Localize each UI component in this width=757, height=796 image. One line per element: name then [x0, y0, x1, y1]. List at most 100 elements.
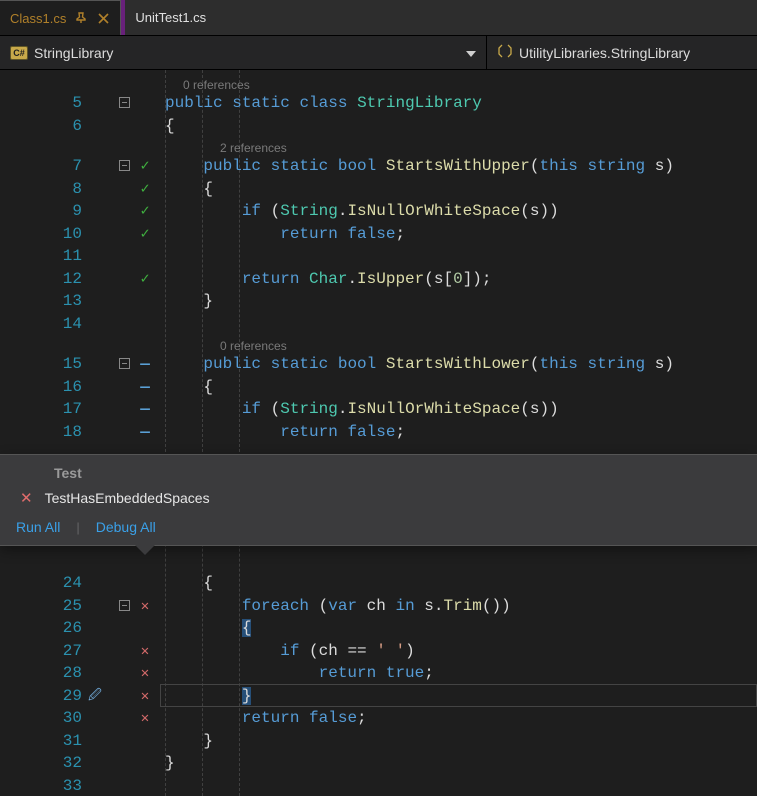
test-status-margin: ✕: [134, 662, 156, 686]
line-number: 12: [0, 268, 92, 291]
code-line[interactable]: }: [165, 752, 175, 775]
test-pass-icon: ✓: [140, 158, 149, 175]
line-number: 7: [0, 155, 92, 178]
test-pass-icon: ✓: [140, 226, 149, 243]
code-line[interactable]: }: [165, 685, 251, 708]
not-covered-icon: —: [140, 355, 150, 373]
color-picker-icon[interactable]: 🖉: [88, 685, 102, 708]
line-number: 15: [0, 353, 92, 376]
nav-scope-dropdown[interactable]: C# StringLibrary: [0, 36, 487, 69]
test-status-margin: ✕: [134, 595, 156, 619]
code-line[interactable]: if (ch == ' '): [165, 640, 415, 663]
test-fail-icon: ✕: [141, 599, 149, 615]
test-status-margin: ✕: [134, 707, 156, 731]
failed-test-name: TestHasEmbeddedSpaces: [45, 490, 210, 506]
test-pass-icon: ✓: [140, 181, 149, 198]
line-number: 25: [0, 595, 92, 618]
nav-scope-text: StringLibrary: [34, 45, 113, 61]
line-number: 14: [0, 313, 92, 336]
test-status-margin: ✓: [134, 223, 156, 247]
line-number: 26: [0, 617, 92, 640]
test-pass-icon: ✓: [140, 203, 149, 220]
test-status-margin: —: [134, 421, 156, 444]
line-number: 13: [0, 290, 92, 313]
failed-test-row[interactable]: ✕ TestHasEmbeddedSpaces: [0, 483, 757, 513]
code-line[interactable]: public static bool StartsWithLower(this …: [165, 353, 674, 376]
line-number: 8: [0, 178, 92, 201]
line-number: 29: [0, 685, 92, 708]
test-fail-icon: ✕: [141, 711, 149, 727]
tab-label: Class1.cs: [10, 11, 66, 26]
code-line[interactable]: public static bool StartsWithUpper(this …: [165, 155, 674, 178]
codelens-test-popup: Test ✕ TestHasEmbeddedSpaces Run All | D…: [0, 454, 757, 546]
line-number: 32: [0, 752, 92, 775]
line-number: 27: [0, 640, 92, 663]
line-number: 16: [0, 376, 92, 399]
code-line[interactable]: return false;: [165, 223, 405, 246]
namespace-icon: [497, 43, 513, 62]
test-status-margin: ✕: [134, 685, 156, 709]
code-editor[interactable]: 0 references5public static class StringL…: [0, 70, 757, 796]
line-number: 18: [0, 421, 92, 444]
popup-heading: Test: [0, 455, 757, 483]
fold-toggle[interactable]: [115, 92, 133, 115]
line-number: 33: [0, 775, 92, 796]
test-status-margin: ✓: [134, 155, 156, 179]
code-line[interactable]: return true;: [165, 662, 434, 685]
test-fail-icon: ✕: [141, 644, 149, 660]
tab-bar: Class1.cs UnitTest1.cs: [0, 0, 757, 36]
test-status-margin: ✕: [134, 640, 156, 664]
tab-label: UnitTest1.cs: [135, 10, 206, 25]
test-fail-icon: ✕: [141, 689, 149, 705]
fold-toggle[interactable]: [115, 595, 133, 618]
tab-unittest1[interactable]: UnitTest1.cs: [121, 0, 216, 35]
chevron-down-icon: [466, 45, 476, 60]
run-all-link[interactable]: Run All: [16, 519, 60, 535]
code-line[interactable]: {: [165, 572, 213, 595]
not-covered-icon: —: [140, 400, 150, 418]
debug-all-link[interactable]: Debug All: [96, 519, 156, 535]
pin-icon[interactable]: [74, 11, 88, 25]
line-number: 17: [0, 398, 92, 421]
code-line[interactable]: foreach (var ch in s.Trim()): [165, 595, 511, 618]
code-line[interactable]: if (String.IsNullOrWhiteSpace(s)): [165, 398, 559, 421]
code-line[interactable]: if (String.IsNullOrWhiteSpace(s)): [165, 200, 559, 223]
code-line[interactable]: return false;: [165, 421, 405, 444]
line-number: 28: [0, 662, 92, 685]
nav-type-text: UtilityLibraries.StringLibrary: [519, 45, 690, 61]
not-covered-icon: —: [140, 378, 150, 396]
close-icon[interactable]: [96, 11, 110, 25]
test-status-margin: —: [134, 353, 156, 376]
code-line[interactable]: }: [165, 730, 213, 753]
nav-type-dropdown[interactable]: UtilityLibraries.StringLibrary: [487, 36, 757, 69]
test-status-margin: ✓: [134, 268, 156, 292]
line-number: 24: [0, 572, 92, 595]
test-status-margin: ✓: [134, 178, 156, 202]
csharp-icon: C#: [10, 46, 28, 60]
test-status-margin: —: [134, 398, 156, 421]
line-number: 9: [0, 200, 92, 223]
line-number: 31: [0, 730, 92, 753]
line-number: 6: [0, 115, 92, 138]
code-line[interactable]: return false;: [165, 707, 367, 730]
code-line[interactable]: {: [165, 376, 213, 399]
code-line[interactable]: {: [165, 178, 213, 201]
fold-toggle[interactable]: [115, 155, 133, 178]
line-number: 11: [0, 245, 92, 268]
popup-pointer: [135, 545, 155, 555]
not-covered-icon: —: [140, 423, 150, 441]
line-number: 10: [0, 223, 92, 246]
code-line[interactable]: {: [165, 115, 175, 138]
editor-window: Class1.cs UnitTest1.cs C# StringLibrary …: [0, 0, 757, 796]
test-status-margin: —: [134, 376, 156, 399]
code-line[interactable]: return Char.IsUpper(s[0]);: [165, 268, 492, 291]
code-line[interactable]: public static class StringLibrary: [165, 92, 482, 115]
line-number: 30: [0, 707, 92, 730]
test-pass-icon: ✓: [140, 271, 149, 288]
code-line[interactable]: }: [165, 290, 213, 313]
fold-toggle[interactable]: [115, 353, 133, 376]
code-line[interactable]: {: [165, 617, 251, 640]
tab-class1[interactable]: Class1.cs: [0, 0, 121, 35]
separator: |: [76, 520, 79, 535]
line-number: 5: [0, 92, 92, 115]
